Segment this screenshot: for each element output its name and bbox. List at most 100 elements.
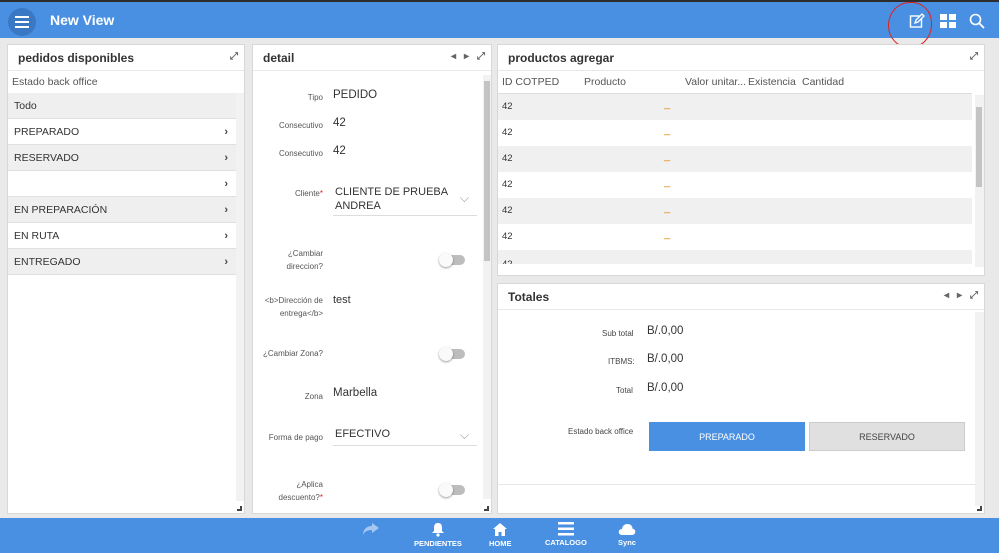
list-item-label: RESERVADO [14,151,79,164]
table-row[interactable]: 42 _ [498,198,972,224]
red-circle-annotation [888,2,932,48]
cambiar-direccion-toggle[interactable] [439,253,465,267]
table-row[interactable]: 42 _ [498,120,972,146]
forma-pago-select[interactable]: EFECTIVO ⌵ [333,428,477,446]
itbms-value: B/.0,00 [647,353,684,365]
totales-scrollbar[interactable] [975,312,984,506]
direccion-label: <b>Dirección de entrega</b> [264,296,323,318]
resize-handle-icon[interactable] [977,506,982,511]
cambiar-zona-label: ¿Cambiar Zona? [262,349,323,358]
share-icon [363,523,379,535]
column-header[interactable]: Cantidad [802,76,844,88]
list-item[interactable]: Todo [8,93,236,119]
expand-icon[interactable]: ⤢ [477,51,485,62]
pedidos-panel-title: pedidos disponibles [18,50,135,65]
column-header[interactable]: Valor unitar... [685,76,746,88]
list-item-label: EN RUTA [14,229,60,242]
nav-item-pendientes[interactable]: PENDIENTES [414,522,462,548]
aplica-descuento-label: ¿Aplica descuento?* [278,480,324,502]
table-row[interactable]: 42 _ [498,224,972,250]
table-row[interactable]: 42 _ [498,146,972,172]
reservado-button[interactable]: RESERVADO [809,422,965,451]
nav-label: PENDIENTES [414,539,462,548]
column-header[interactable]: Existencia [748,76,796,88]
next-icon[interactable]: ▸ [464,51,469,62]
pedidos-panel-header: pedidos disponibles ⤢ [8,45,244,71]
hamburger-menu-icon[interactable] [8,8,36,36]
expand-icon[interactable]: ⤢ [970,51,978,62]
preparado-button[interactable]: PREPARADO [649,422,805,451]
forma-pago-label: Forma de pago [268,433,323,442]
previous-icon[interactable]: ◂ [944,290,949,301]
list-item[interactable]: EN RUTA › [8,223,236,249]
nav-label: CATALOGO [545,538,587,547]
resize-handle-icon[interactable] [237,506,242,511]
list-icon [557,522,574,536]
subtotal-label: Sub total [602,329,634,338]
tipo-label: Tipo [307,93,323,102]
chevron-right-icon: › [224,229,228,242]
column-header[interactable]: Producto [584,76,626,88]
list-item[interactable]: PREPARADO › [8,119,236,145]
table-row[interactable]: 42 _ [498,94,972,120]
bottom-navigation: PENDIENTES HOME CATALOGO Sync [0,518,999,553]
list-item-label: ENTREGADO [14,255,81,268]
column-header[interactable]: ID COTPED [502,76,559,88]
top-app-bar: New View [0,0,999,38]
chevron-right-icon: › [224,125,228,138]
productos-scrollbar[interactable] [975,95,984,267]
chevron-right-icon: › [224,255,228,268]
table-row[interactable]: 42 [498,250,972,264]
list-item-label: Todo [14,99,37,112]
nav-item-share[interactable] [362,522,380,538]
detail-scrollbar[interactable] [483,75,491,499]
expand-icon[interactable]: ⤢ [970,290,978,301]
consecutivo-value: 42 [333,117,346,129]
nav-label: HOME [489,539,512,548]
detail-panel: detail ◂ ▸ ⤢ Tipo PEDIDO Consecutivo 42 … [252,44,492,514]
zona-value: Marbella [333,387,378,399]
total-value: B/.0,00 [647,382,684,394]
itbms-label: ITBMS: [608,357,635,366]
grid-view-icon[interactable] [938,11,958,31]
subtotal-value: B/.0,00 [647,325,684,337]
resize-handle-icon[interactable] [484,506,489,511]
list-item[interactable]: RESERVADO › [8,145,236,171]
zona-label: Zona [304,392,323,401]
total-label: Total [616,386,633,395]
pedidos-panel: pedidos disponibles ⤢ Estado back office… [7,44,245,514]
previous-icon[interactable]: ◂ [451,51,456,62]
cambiar-zona-toggle[interactable] [439,347,465,361]
tipo-value: PEDIDO [333,89,378,101]
cliente-select[interactable]: CLIENTE DE PRUEBA ANDREA ⌵ [333,185,477,216]
list-item-label: PREPARADO [14,125,80,138]
app-title: New View [50,12,115,28]
chevron-down-icon: ⌵ [459,191,469,205]
next-icon[interactable]: ▸ [957,290,962,301]
totales-panel-header: Totales ◂ ▸ ⤢ [498,284,984,310]
expand-icon[interactable]: ⤢ [230,51,238,62]
productos-panel-title: productos agregar [508,50,615,65]
estado-back-office-label: Estado back office [568,427,634,436]
productos-panel-header: productos agregar ⤢ [498,45,984,71]
list-item[interactable]: › [8,171,236,197]
consecutivo-value: 42 [333,145,346,157]
search-icon[interactable] [967,11,987,31]
direccion-value[interactable]: test [333,294,351,306]
cliente-value: CLIENTE DE PRUEBA ANDREA [335,186,448,212]
pedidos-scrollbar[interactable] [236,93,244,501]
chevron-right-icon: › [224,203,228,216]
table-row[interactable]: 42 _ [498,172,972,198]
nav-item-home[interactable]: HOME [489,522,512,548]
consecutivo-label: Consecutivo [278,121,323,130]
bell-icon [431,523,444,537]
detail-panel-header: detail ◂ ▸ ⤢ [253,45,491,71]
list-item[interactable]: ENTREGADO › [8,249,236,275]
cliente-label: Cliente* [294,189,323,198]
list-item[interactable]: EN PREPARACIÓN › [8,197,236,223]
nav-item-catalogo[interactable]: CATALOGO [545,522,587,547]
totales-panel-title: Totales [508,289,550,304]
nav-item-sync[interactable]: Sync [618,522,636,547]
aplica-descuento-toggle[interactable] [439,483,465,497]
estado-filter-label: Estado back office [12,76,98,88]
